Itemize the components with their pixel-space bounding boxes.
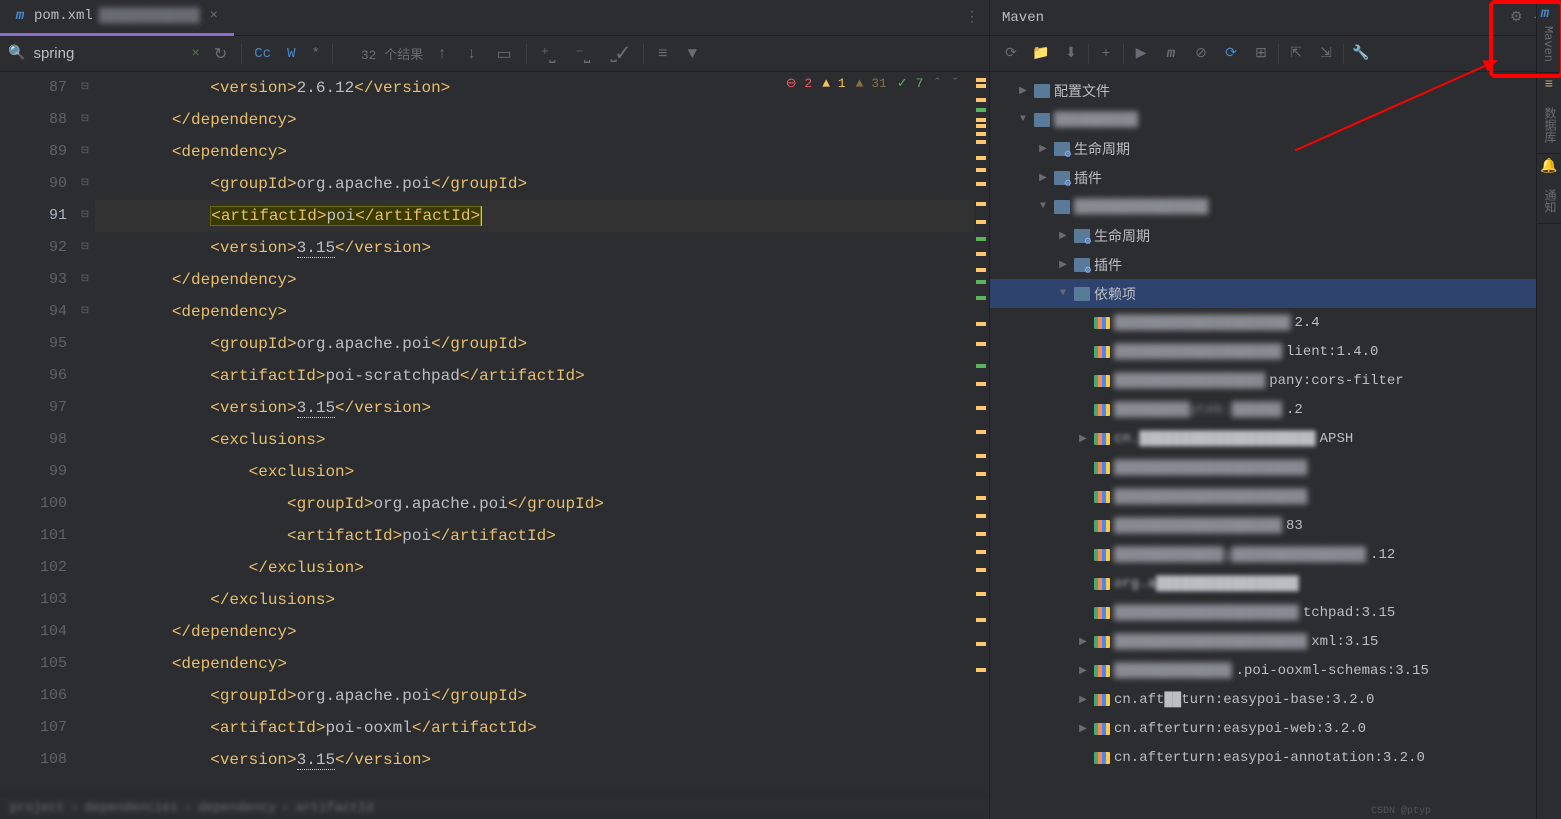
tree-item[interactable]: ▶生命周期	[990, 134, 1561, 163]
tree-item[interactable]: ███████████████████████	[990, 453, 1561, 482]
prev-match-icon[interactable]: ↑	[431, 45, 453, 63]
inspections-widget[interactable]: ⊖ 2 ▲ 1 ▲ 31 ✓ 7 ˆ ˇ	[786, 76, 959, 91]
chevron-up-icon[interactable]: ˆ	[933, 76, 941, 91]
fold-gutter[interactable]: ⊟⊟⊟⊟⊟⊟⊟⊟	[75, 72, 95, 795]
filter-icon[interactable]: ▼	[681, 45, 703, 63]
tree-item[interactable]: █████████████████████2.4	[990, 308, 1561, 337]
show-dependencies-icon[interactable]: ⊞	[1248, 41, 1274, 67]
toggle-offline-icon[interactable]: ⊘	[1188, 41, 1214, 67]
watermark: CSDN @ptyp	[1371, 806, 1431, 817]
tree-item[interactable]: cn.afterturn:easypoi-annotation:3.2.0	[990, 743, 1561, 772]
tree-item[interactable]: ███████████████████████	[990, 482, 1561, 511]
expand-icon[interactable]: ⇲	[1313, 41, 1339, 67]
reload-icon[interactable]: ⟳	[998, 41, 1024, 67]
tab-filename: pom.xml	[34, 8, 93, 24]
tree-item[interactable]: ████████████████████83	[990, 511, 1561, 540]
tab-overflow-icon[interactable]: ⋮	[965, 9, 989, 26]
settings-icon[interactable]: 🔧	[1348, 41, 1374, 67]
breadcrumb[interactable]: project›dependencies›dependency›artifact…	[0, 795, 989, 819]
run-icon[interactable]: ▶	[1128, 41, 1154, 67]
generate-sources-icon[interactable]: 📁	[1028, 41, 1054, 67]
maven-panel: Maven ⚙ — ⟳ 📁 ⬇ + ▶ m ⊘ ⟳ ⊞ ⇱ ⇲ 🔧 ▶配置文件▼…	[989, 0, 1561, 819]
tree-item[interactable]: ▶cn.afterturn:easypoi-web:3.2.0	[990, 714, 1561, 743]
tree-item[interactable]: ████████████████████lient:1.4.0	[990, 337, 1561, 366]
tab-pom[interactable]: m pom.xml ████████████ ×	[0, 0, 234, 36]
editor[interactable]: ⊖ 2 ▲ 1 ▲ 31 ✓ 7 ˆ ˇ 8788899091929394959…	[0, 72, 989, 795]
tree-item[interactable]: org.a█████████████████	[990, 569, 1561, 598]
tree-item[interactable]: █████████ytek:██████.2	[990, 395, 1561, 424]
tree-item[interactable]: ██████████████████████tchpad:3.15	[990, 598, 1561, 627]
tree-item[interactable]: ▶生命周期	[990, 221, 1561, 250]
tree-item[interactable]: █████████████g████████████████.12	[990, 540, 1561, 569]
chevron-down-icon[interactable]: ˇ	[951, 76, 959, 91]
collapse-icon[interactable]: ⇱	[1283, 41, 1309, 67]
editor-tabs: m pom.xml ████████████ × ⋮	[0, 0, 989, 36]
remove-selection-icon[interactable]: ⁻⎵	[569, 44, 596, 64]
weak-warning-indicator: ▲ 31	[856, 76, 887, 91]
words-toggle[interactable]: W	[283, 46, 299, 62]
tree-item[interactable]: ▶██████████████.poi-ooxml-schemas:3.15	[990, 656, 1561, 685]
tab-path-blurred: ████████████	[99, 8, 200, 24]
match-case-toggle[interactable]: Cc	[250, 46, 275, 62]
tree-item[interactable]: ▼██████████	[990, 105, 1561, 134]
maven-icon: m	[12, 8, 28, 24]
tree-item[interactable]: ▶cn.aft██turn:easypoi-base:3.2.0	[990, 685, 1561, 714]
select-all-icon[interactable]: ▭	[491, 44, 518, 64]
close-icon[interactable]: ×	[206, 8, 222, 24]
marker-bar[interactable]	[974, 72, 989, 795]
tree-item[interactable]: ▼依赖项	[990, 279, 1561, 308]
database-tab[interactable]: 数据库	[1537, 97, 1561, 154]
maven-toolbar: ⟳ 📁 ⬇ + ▶ m ⊘ ⟳ ⊞ ⇱ ⇲ 🔧	[990, 36, 1561, 72]
download-sources-icon[interactable]: ⬇	[1058, 41, 1084, 67]
tree-item[interactable]: ▶插件	[990, 163, 1561, 192]
search-results-count: 32 个结果	[361, 44, 423, 63]
toggle-selection-icon[interactable]: ≡	[652, 45, 674, 63]
search-reload-icon[interactable]: ↻	[208, 44, 233, 64]
right-toolwindow-tabs: m Maven ≡ 数据库 🔔 通知	[1536, 0, 1561, 819]
search-clear-icon[interactable]: ×	[191, 46, 199, 62]
add-project-icon[interactable]: +	[1093, 41, 1119, 67]
typo-indicator: ✓ 7	[897, 76, 924, 91]
add-selection-icon[interactable]: ⁺⎵	[535, 44, 562, 64]
search-icon: 🔍	[8, 45, 25, 62]
notifications-tab[interactable]: 通知	[1537, 179, 1561, 224]
regex-toggle[interactable]: *	[307, 46, 323, 62]
tree-item[interactable]: ██████████████████pany:cors-filter	[990, 366, 1561, 395]
error-indicator: ⊖ 2	[786, 76, 813, 91]
tree-item[interactable]: ▶███████████████████████xml:3.15	[990, 627, 1561, 656]
annotation-box	[1489, 0, 1561, 78]
tree-item[interactable]: ▼████████████████	[990, 192, 1561, 221]
execute-goal-icon[interactable]: m	[1158, 41, 1184, 67]
search-bar: 🔍 × ↻ Cc W * 32 个结果 ↑ ↓ ▭ ⁺⎵ ⁻⎵ ⎵✓ ≡ ▼	[0, 36, 989, 72]
select-occurrences-icon[interactable]: ⎵✓	[604, 45, 634, 63]
search-input[interactable]	[33, 45, 183, 62]
tree-item[interactable]: ▶cn.█████████████████████APSH	[990, 424, 1561, 453]
notifications-tab-icon: 🔔	[1537, 154, 1561, 179]
warning-indicator: ▲ 1	[822, 76, 845, 91]
maven-panel-title: Maven	[1002, 10, 1504, 26]
next-match-icon[interactable]: ↓	[461, 45, 483, 63]
maven-tree[interactable]: ▶配置文件▼██████████▶生命周期▶插件▼███████████████…	[990, 72, 1561, 819]
tree-item[interactable]: ▶配置文件	[990, 76, 1561, 105]
toggle-skip-tests-icon[interactable]: ⟳	[1218, 41, 1244, 67]
line-gutter: 8788899091929394959697989910010110210310…	[0, 72, 75, 795]
code-area[interactable]: <version>2.6.12</version> </dependency> …	[95, 72, 989, 795]
tree-item[interactable]: ▶插件	[990, 250, 1561, 279]
